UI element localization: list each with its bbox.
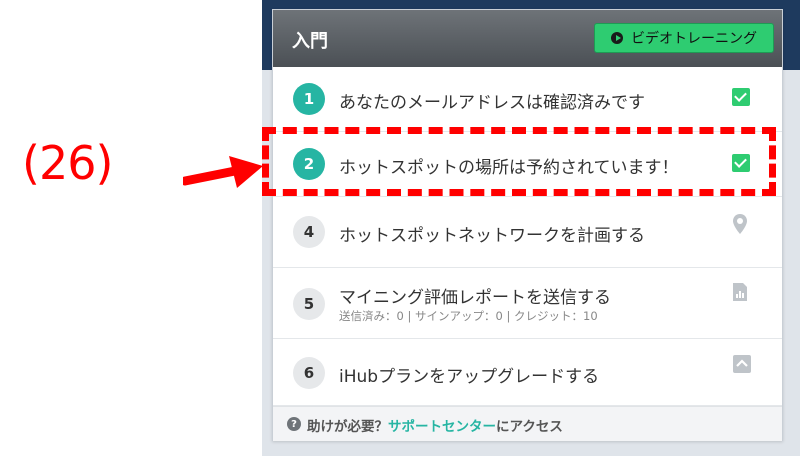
highlight-box — [262, 127, 776, 196]
video-training-label: ビデオトレーニング — [631, 31, 757, 47]
video-training-button[interactable]: ビデオトレーニング — [594, 23, 774, 53]
step-number-badge: 4 — [293, 216, 325, 248]
map-pin-icon — [733, 214, 747, 234]
step-number-badge: 1 — [293, 83, 325, 115]
step-label: iHubプランをアップグレードする — [339, 367, 600, 387]
annotation-label: (26) — [22, 136, 113, 190]
step-item-6[interactable]: 6 iHubプランをアップグレードする — [273, 339, 782, 406]
check-icon — [732, 88, 750, 106]
panel-header: 入門 ビデオトレーニング — [273, 10, 782, 67]
step-label: マイニング評価レポートを送信する — [339, 288, 611, 308]
step-item-4[interactable]: 4 ホットスポットネットワークを計画する — [273, 197, 782, 268]
step-item-1[interactable]: 1 あなたのメールアドレスは確認済みです — [273, 67, 782, 132]
step-number-badge: 5 — [293, 288, 325, 320]
report-icon — [733, 283, 747, 301]
play-icon — [611, 32, 623, 44]
help-icon: ? — [287, 417, 301, 431]
help-suffix: にアクセス — [496, 419, 563, 435]
annotation-arrow-icon — [183, 156, 263, 188]
help-footer: ? 助けが必要？サポートセンターにアクセス — [273, 406, 782, 441]
step-stats: 送信済み：0 | サインアップ：0 | クレジット：10 — [339, 309, 598, 323]
support-center-link[interactable]: サポートセンター — [388, 419, 496, 435]
step-label: あなたのメールアドレスは確認済みです — [339, 93, 645, 113]
help-prefix: 助けが必要？ — [307, 419, 388, 435]
help-text: 助けが必要？サポートセンターにアクセス — [307, 415, 563, 435]
step-label: ホットスポットネットワークを計画する — [339, 226, 645, 246]
panel-title: 入門 — [292, 31, 328, 52]
step-item-5[interactable]: 5 マイニング評価レポートを送信する 送信済み：0 | サインアップ：0 | ク… — [273, 268, 782, 339]
upgrade-icon — [733, 355, 751, 373]
getting-started-panel: 入門 ビデオトレーニング 1 あなたのメールアドレスは確認済みです 2 ホットス… — [272, 9, 783, 441]
step-number-badge: 6 — [293, 357, 325, 389]
